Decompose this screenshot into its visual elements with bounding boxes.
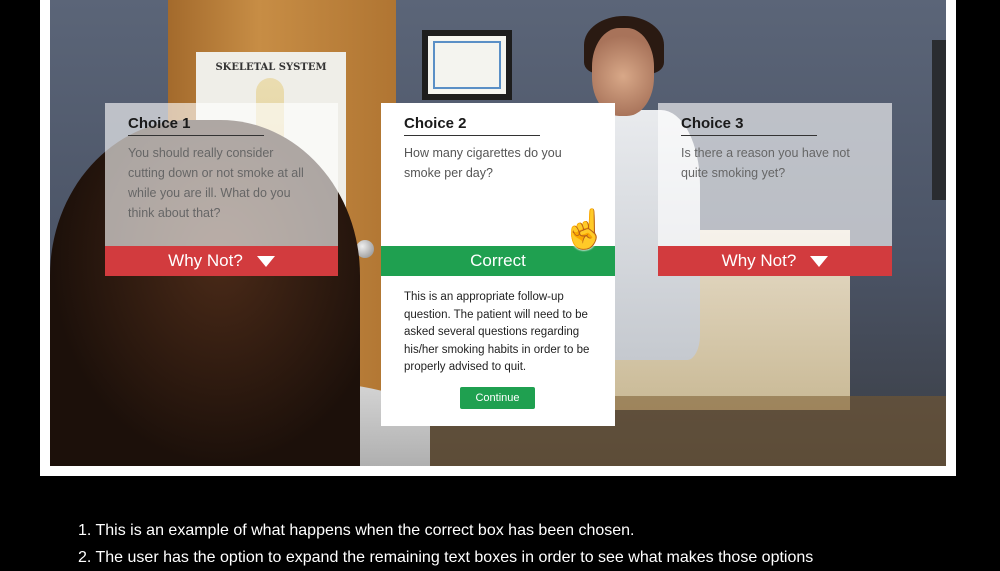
choice-title: Choice 1 bbox=[128, 115, 264, 136]
choice-text: You should really consider cutting down … bbox=[128, 146, 304, 220]
choice-card-2[interactable]: Choice 2 How many cigarettes do you smok… bbox=[381, 103, 615, 426]
choice-title: Choice 3 bbox=[681, 115, 817, 136]
choice-text: How many cigarettes do you smoke per day… bbox=[404, 146, 562, 180]
why-not-button[interactable]: Why Not? bbox=[658, 246, 892, 276]
why-not-label: Why Not? bbox=[168, 251, 243, 270]
wall-frame bbox=[932, 40, 946, 200]
diploma-frame bbox=[422, 30, 512, 100]
correct-label: Correct bbox=[470, 251, 526, 270]
feedback-text: This is an appropriate follow-up questio… bbox=[404, 291, 590, 373]
hand-pointer-icon: ☝ bbox=[561, 209, 609, 251]
choice-card-1[interactable]: Choice 1 You should really consider cutt… bbox=[105, 103, 338, 276]
why-not-button[interactable]: Why Not? bbox=[105, 246, 338, 276]
choice-title: Choice 2 bbox=[404, 115, 540, 136]
continue-button[interactable]: Continue bbox=[460, 387, 535, 409]
note-item: 2. The user has the option to expand the… bbox=[78, 549, 814, 566]
note-item: 1. This is an example of what happens wh… bbox=[78, 522, 635, 539]
triangle-down-icon bbox=[256, 255, 275, 267]
triangle-down-icon bbox=[810, 255, 829, 267]
why-not-label: Why Not? bbox=[721, 251, 797, 270]
choice-text: Is there a reason you have not quite smo… bbox=[681, 146, 850, 180]
choice-card-3[interactable]: Choice 3 Is there a reason you have not … bbox=[658, 103, 892, 276]
poster-title: SKELETAL SYSTEM bbox=[215, 62, 327, 73]
